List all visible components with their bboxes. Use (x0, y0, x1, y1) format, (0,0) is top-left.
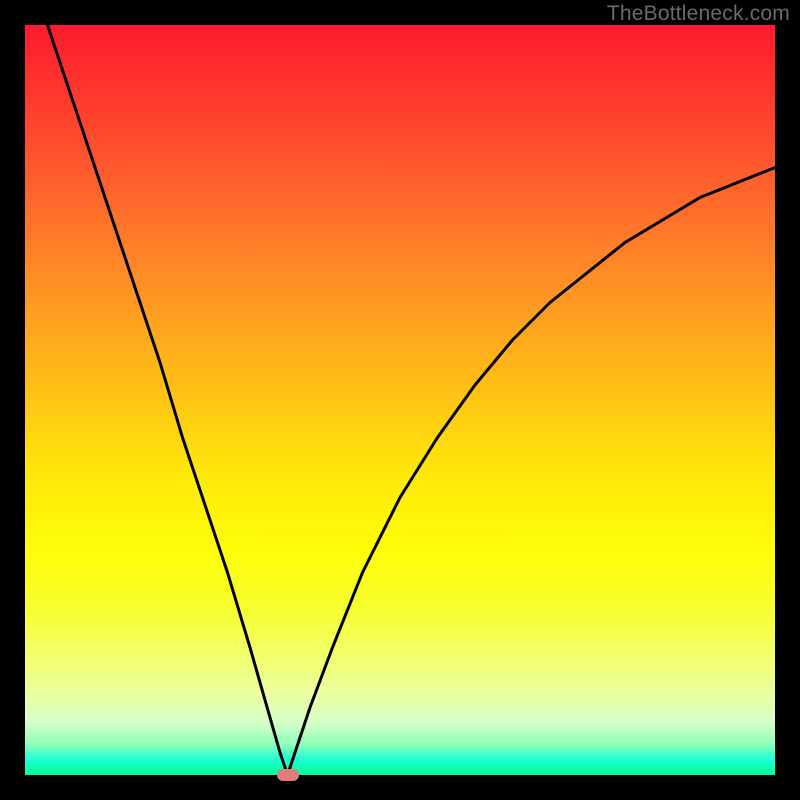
plot-area (25, 25, 775, 775)
optimal-marker (277, 769, 299, 781)
watermark-text: TheBottleneck.com (607, 2, 790, 26)
chart-container: TheBottleneck.com (0, 0, 800, 800)
curve-svg (25, 25, 775, 775)
bottleneck-curve (48, 25, 776, 775)
